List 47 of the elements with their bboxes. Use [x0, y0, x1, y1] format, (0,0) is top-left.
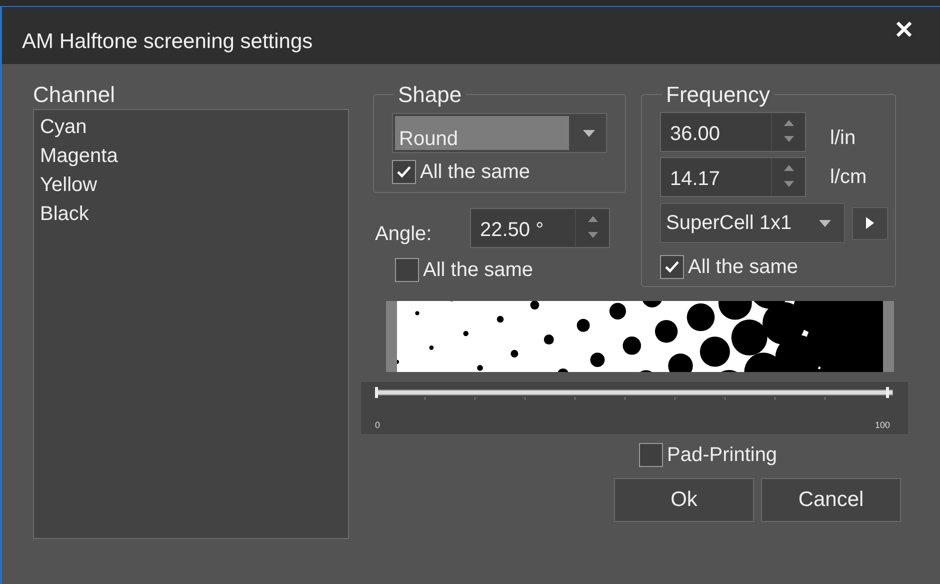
caret-icon [819, 220, 831, 226]
unit-label: l/cm [830, 165, 867, 190]
channel-item[interactable]: Yellow [34, 171, 348, 200]
field-value: 22.50 ° [479, 218, 545, 243]
number-field[interactable]: 36.00 [660, 112, 806, 152]
dialog-button[interactable]: Cancel [761, 478, 901, 522]
channel-item[interactable]: Magenta [34, 142, 348, 171]
number-field[interactable]: 22.50 ° [470, 208, 610, 248]
shape-dropdown[interactable]: Round [392, 113, 607, 153]
checkbox-label: All the same [420, 162, 530, 182]
checkbox-label: Pad-Printing [667, 445, 778, 465]
dialog-button[interactable]: Ok [614, 478, 754, 522]
down-arrow-icon[interactable] [588, 232, 598, 238]
up-arrow-icon[interactable] [784, 165, 794, 171]
up-arrow-icon[interactable] [588, 216, 598, 222]
dropdown-value: Round [395, 116, 569, 150]
checkbox[interactable] [392, 160, 416, 184]
group-title: Frequency [665, 81, 771, 109]
group-title: Shape [397, 81, 463, 109]
down-arrow-icon[interactable] [784, 181, 794, 187]
channel-item[interactable]: Cyan [34, 113, 348, 142]
number-field[interactable]: 14.17 [660, 157, 806, 197]
range-ruler[interactable]: 0 100 [361, 382, 908, 434]
checkbox[interactable] [395, 258, 419, 282]
cell-dropdown[interactable]: SuperCell 1x1 [660, 203, 845, 243]
unit-label: l/in [830, 126, 856, 151]
window-title: AM Halftone screening settings [22, 28, 313, 55]
close-button[interactable]: ✕ [894, 12, 914, 48]
field-value: 14.17 [669, 167, 722, 192]
ruler-max: 100 [874, 418, 890, 432]
play-button[interactable] [852, 206, 888, 240]
checkbox[interactable] [660, 255, 684, 279]
up-arrow-icon[interactable] [784, 120, 794, 126]
dropdown-value: SuperCell 1x1 [665, 211, 793, 236]
angle-label: Angle: [375, 222, 433, 247]
checkbox-label: All the same [423, 260, 534, 280]
down-arrow-icon[interactable] [784, 136, 794, 142]
ruler-min: 0 [375, 418, 380, 432]
channel-item[interactable]: Black [34, 200, 348, 229]
checkbox-label: All the same [688, 257, 798, 277]
play-icon [866, 217, 874, 229]
caret-icon [582, 130, 594, 136]
channel-label: Channel [33, 84, 116, 106]
checkmark-icon [396, 165, 412, 179]
field-value: 36.00 [669, 122, 722, 147]
checkmark-icon [664, 260, 680, 274]
checkbox[interactable] [639, 443, 663, 467]
